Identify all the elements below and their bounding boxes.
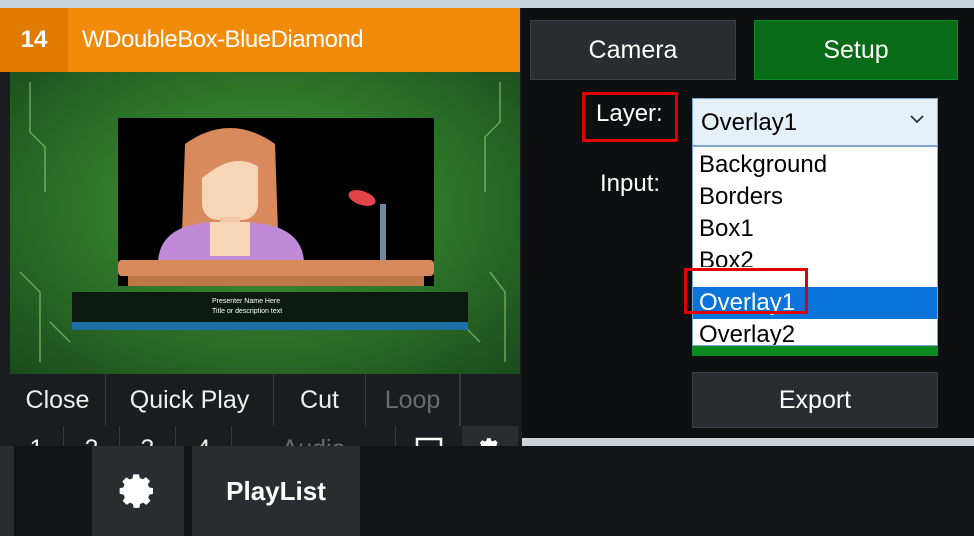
cut-button[interactable]: Cut [274, 374, 366, 426]
layer-option-box2[interactable]: Box2 [693, 245, 937, 267]
input-select-edge [692, 346, 938, 356]
input-title: WDoubleBox-BlueDiamond [82, 26, 364, 53]
input-preview[interactable]: Presenter Name Here Title or description… [10, 72, 520, 374]
close-button[interactable]: Close [10, 374, 106, 426]
input-label: Input: [600, 170, 661, 197]
playlist-button[interactable]: PlayList [192, 446, 360, 536]
layer-label: Layer: [596, 100, 663, 127]
layer-select-value: Overlay1 [701, 109, 798, 136]
chevron-down-icon[interactable] [907, 109, 927, 129]
lower-third-bar [72, 322, 468, 330]
lower-third: Presenter Name Here Title or description… [72, 292, 468, 330]
bottom-bar: PlayList [0, 446, 974, 536]
top-strip [0, 0, 974, 8]
empty-slot [460, 374, 520, 426]
loop-button[interactable]: Loop [366, 374, 460, 426]
quick-play-button[interactable]: Quick Play [106, 374, 274, 426]
tab-setup[interactable]: Setup [754, 20, 958, 80]
selected-option-highlight [684, 268, 808, 314]
layer-select[interactable]: Overlay1 [692, 98, 938, 146]
tab-camera[interactable]: Camera [530, 20, 736, 80]
layer-option-borders[interactable]: Borders [693, 181, 937, 213]
input-header[interactable]: 14 WDoubleBox-BlueDiamond [0, 8, 520, 72]
lower-third-line2: Title or description text [212, 308, 283, 315]
lower-third-line1: Presenter Name Here [212, 298, 281, 305]
layer-option-background[interactable]: Background [693, 149, 937, 181]
settings-panel: Camera Setup Layer: Input: Overlay1 Back… [522, 8, 974, 438]
gear-icon [119, 474, 153, 508]
layer-option-box1[interactable]: Box1 [693, 213, 937, 245]
bottom-left-button[interactable] [0, 446, 14, 536]
layer-option-overlay2[interactable]: Overlay2 [693, 319, 937, 345]
export-button[interactable]: Export [692, 372, 938, 428]
input-number: 14 [0, 8, 68, 72]
settings-button[interactable] [92, 446, 184, 536]
layer-dropdown-list: Background Borders Box1 Box2 Overlay1 Ov… [692, 146, 938, 346]
